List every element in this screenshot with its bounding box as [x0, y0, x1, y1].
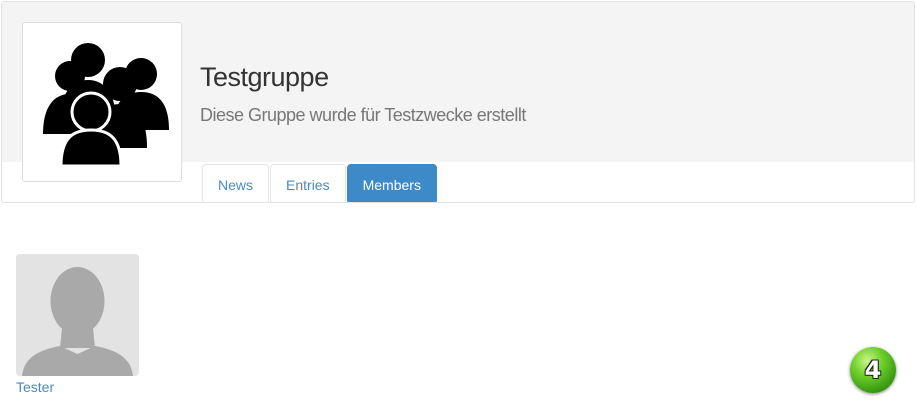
- group-panel: Testgruppe Diese Gruppe wurde für Testzw…: [1, 1, 915, 203]
- member-avatar[interactable]: [16, 254, 139, 376]
- group-people-icon: [43, 43, 169, 168]
- group-description: Diese Gruppe wurde für Testzwecke erstel…: [200, 105, 526, 125]
- member-card[interactable]: Tester: [16, 254, 139, 395]
- group-tabs: News Entries Members: [202, 164, 437, 202]
- group-title: Testgruppe: [200, 62, 329, 92]
- tab-entries[interactable]: Entries: [270, 164, 346, 202]
- tab-members[interactable]: Members: [346, 164, 437, 202]
- default-user-icon: [22, 267, 133, 376]
- member-name-link[interactable]: Tester: [16, 379, 139, 395]
- tab-news[interactable]: News: [202, 164, 270, 202]
- group-avatar: [22, 22, 182, 182]
- notification-count-badge[interactable]: 4: [850, 347, 896, 393]
- badge-count: 4: [864, 356, 882, 384]
